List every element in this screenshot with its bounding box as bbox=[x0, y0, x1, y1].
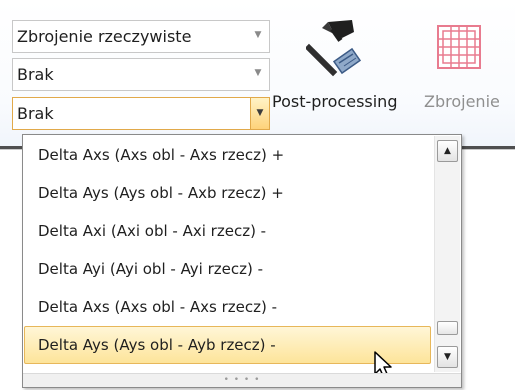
triangle-up-icon: ▲ bbox=[444, 146, 451, 156]
dropdown-item-delta-ayi-minus[interactable]: Delta Ayi (Ayi obl - Ayi rzecz) - bbox=[24, 250, 434, 288]
triangle-down-icon: ▼ bbox=[444, 352, 451, 362]
zbrojenie-label: Zbrojenie bbox=[424, 92, 500, 111]
dropdown-scrollbar[interactable]: ▲ ▼ bbox=[434, 136, 460, 372]
hammer-icon bbox=[306, 20, 362, 77]
post-processing-button[interactable]: Post-processing bbox=[268, 0, 418, 146]
zbrojenie-button[interactable]: Zbrojenie bbox=[418, 0, 515, 146]
dropdown-list[interactable]: Delta Axs (Axs obl - Axs rzecz) + Delta … bbox=[22, 134, 462, 388]
combo-value: Brak bbox=[17, 65, 54, 84]
second-option-combo[interactable]: Brak ▼ bbox=[12, 58, 270, 91]
dropdown-item-delta-axs-plus[interactable]: Delta Axs (Axs obl - Axs rzecz) + bbox=[24, 136, 434, 174]
resize-grip[interactable]: • • • • bbox=[23, 373, 461, 387]
scroll-thumb[interactable] bbox=[437, 321, 458, 335]
dropdown-item-delta-ays-minus[interactable]: Delta Ays (Ays obl - Ayb rzecz) - bbox=[24, 326, 431, 364]
chevron-down-icon[interactable]: ▼ bbox=[247, 59, 269, 90]
scroll-down-button[interactable]: ▼ bbox=[437, 346, 458, 368]
chevron-down-icon[interactable]: ▼ bbox=[250, 98, 269, 129]
scroll-up-button[interactable]: ▲ bbox=[437, 140, 458, 162]
combo-value: Brak bbox=[17, 104, 54, 123]
third-option-combo[interactable]: Brak ▼ bbox=[12, 97, 270, 130]
dropdown-item-delta-ays-plus[interactable]: Delta Ays (Ays obl - Axb rzecz) + bbox=[24, 174, 434, 212]
chevron-down-icon[interactable]: ▼ bbox=[247, 21, 269, 52]
reinforcement-type-combo[interactable]: Zbrojenie rzeczywiste ▼ bbox=[12, 20, 270, 53]
post-processing-label: Post-processing bbox=[272, 92, 398, 111]
dropdown-item-delta-axi-minus[interactable]: Delta Axi (Axi obl - Axi rzecz) - bbox=[24, 212, 434, 250]
combo-value: Zbrojenie rzeczywiste bbox=[17, 27, 192, 46]
dropdown-item-delta-axs-minus[interactable]: Delta Axs (Axs obl - Axs rzecz) - bbox=[24, 288, 434, 326]
dropdown-items: Delta Axs (Axs obl - Axs rzecz) + Delta … bbox=[24, 136, 434, 364]
reinforcement-grid-icon bbox=[437, 25, 481, 69]
